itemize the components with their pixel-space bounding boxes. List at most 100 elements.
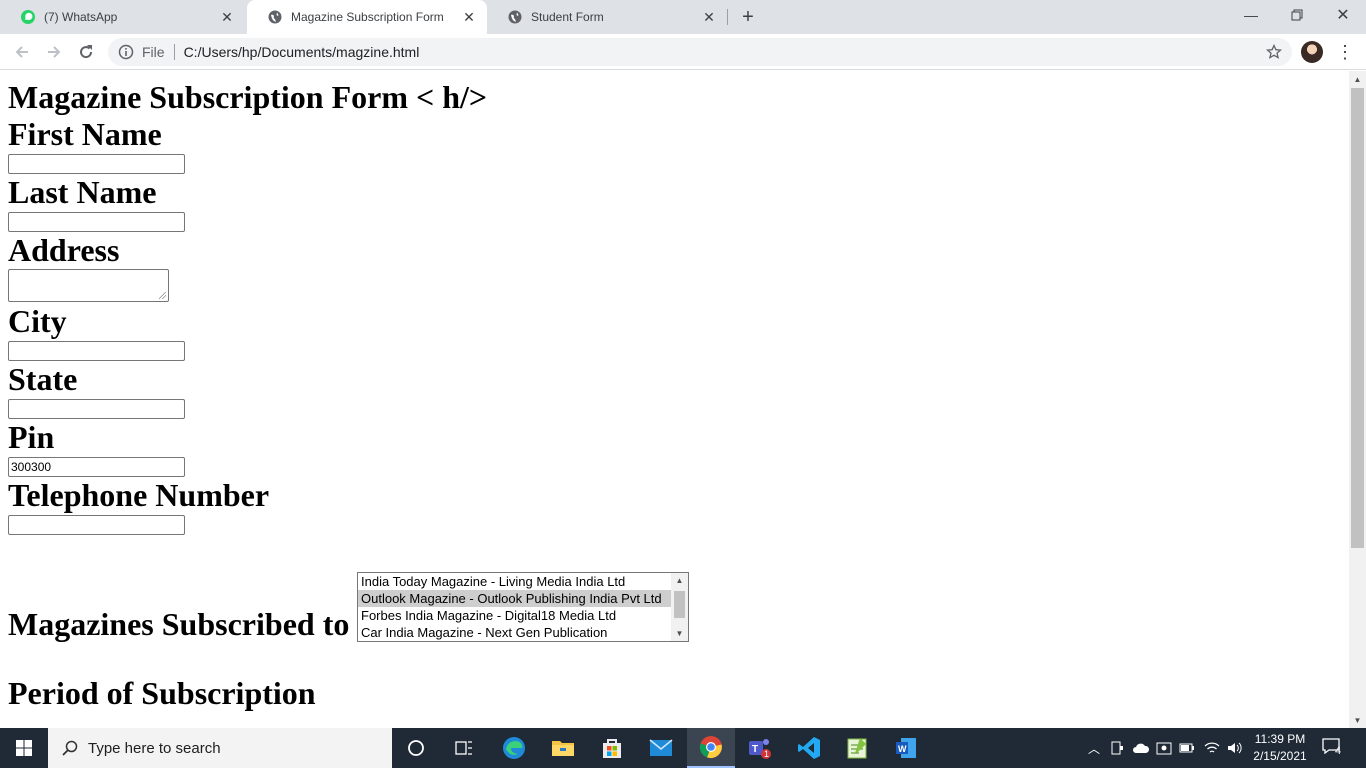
back-button[interactable]: [10, 40, 34, 64]
clock-date: 2/15/2021: [1253, 749, 1307, 763]
close-icon[interactable]: ✕: [219, 9, 235, 25]
magazine-option-selected[interactable]: Outlook Magazine - Outlook Publishing In…: [358, 590, 671, 607]
page-title: Magazine Subscription Form < h/>: [8, 79, 488, 115]
magazine-option[interactable]: Car India Magazine - Next Gen Publicatio…: [358, 624, 671, 641]
state-input[interactable]: [8, 399, 185, 419]
tab-title: Magazine Subscription Form: [291, 10, 444, 24]
wifi-icon[interactable]: [1204, 741, 1220, 755]
taskbar-clock[interactable]: 11:39 PM 2/15/2021: [1252, 731, 1308, 765]
arrow-right-icon: [48, 46, 61, 58]
tab-title: (7) WhatsApp: [44, 10, 118, 24]
last-name-input[interactable]: [8, 212, 185, 232]
reload-icon: [80, 45, 93, 59]
minimize-button[interactable]: —: [1228, 0, 1274, 30]
telephone-label: Telephone Number: [8, 477, 270, 513]
magazine-option[interactable]: Forbes India Magazine - Digital18 Media …: [358, 607, 671, 624]
forward-button[interactable]: [42, 40, 66, 64]
battery-icon[interactable]: [1179, 742, 1195, 754]
info-icon[interactable]: [118, 44, 134, 60]
bookmark-star-icon[interactable]: [1266, 44, 1282, 60]
scroll-up-icon[interactable]: ▲: [1353, 75, 1362, 84]
edge-button[interactable]: [490, 728, 538, 768]
last-name-label: Last Name: [8, 174, 157, 210]
page-scrollbar[interactable]: ▲ ▼: [1349, 71, 1366, 728]
search-icon: [62, 740, 78, 756]
tab-whatsapp[interactable]: (7) WhatsApp ✕: [0, 0, 245, 34]
task-view-icon: [455, 741, 472, 755]
listbox-scroll-thumb[interactable]: [674, 591, 685, 618]
magazines-listbox[interactable]: India Today Magazine - Living Media Indi…: [357, 572, 689, 642]
city-label: City: [8, 303, 67, 339]
windows-logo-icon: [16, 740, 32, 756]
period-label: Period of Subscription: [8, 675, 316, 711]
magazine-option[interactable]: India Today Magazine - Living Media Indi…: [358, 573, 671, 590]
word-button[interactable]: W: [882, 728, 930, 768]
address-bar[interactable]: File C:/Users/hp/Documents/magzine.html: [108, 38, 1292, 66]
edge-icon: [503, 737, 525, 759]
pin-label: Pin: [8, 419, 55, 455]
first-name-input[interactable]: [8, 154, 185, 174]
telephone-input[interactable]: [8, 515, 185, 535]
teams-icon: T: [749, 739, 771, 759]
action-center-button[interactable]: 4: [1322, 738, 1344, 758]
browser-toolbar: File C:/Users/hp/Documents/magzine.html: [0, 34, 1366, 70]
notepad-icon: [847, 738, 867, 759]
new-tab-button[interactable]: +: [736, 5, 760, 29]
system-tray: ︿: [1084, 728, 1243, 768]
svg-text:W: W: [898, 744, 907, 754]
restore-icon: [1291, 9, 1303, 21]
notification-count: 4: [1335, 745, 1342, 757]
tab-separator: [727, 9, 728, 25]
store-icon: [603, 739, 621, 758]
tab-magazine-form[interactable]: Magazine Subscription Form ✕: [247, 0, 487, 34]
notepad-button[interactable]: [833, 728, 881, 768]
chevron-up-icon[interactable]: ︿: [1084, 740, 1104, 757]
chrome-button[interactable]: [687, 728, 735, 768]
cortana-button[interactable]: [392, 728, 440, 768]
file-explorer-button[interactable]: [539, 728, 587, 768]
magazines-label: Magazines Subscribed to: [8, 606, 350, 642]
security-icon[interactable]: [1156, 740, 1172, 756]
scroll-down-icon[interactable]: ▼: [675, 629, 684, 638]
file-explorer-icon: [552, 741, 574, 756]
scroll-down-icon[interactable]: ▼: [1353, 716, 1362, 725]
address-textarea[interactable]: [8, 269, 169, 302]
close-icon[interactable]: ✕: [701, 9, 717, 25]
resize-handle[interactable]: [159, 292, 166, 299]
start-button[interactable]: [0, 728, 48, 768]
first-name-label: First Name: [8, 116, 162, 152]
cortana-icon: [408, 740, 424, 756]
taskbar-search-box[interactable]: Type here to search: [48, 728, 392, 768]
onedrive-icon[interactable]: [1132, 742, 1150, 754]
close-icon[interactable]: ✕: [461, 9, 477, 25]
scroll-up-icon[interactable]: ▲: [675, 576, 684, 585]
close-window-button[interactable]: ✕: [1320, 0, 1366, 30]
address-label: Address: [8, 232, 120, 268]
mail-button[interactable]: [637, 728, 685, 768]
search-placeholder: Type here to search: [88, 739, 221, 757]
pin-input[interactable]: [8, 457, 185, 477]
divider: [173, 44, 175, 60]
globe-icon: [508, 10, 522, 24]
mail-icon: [649, 739, 673, 756]
city-input[interactable]: [8, 341, 185, 361]
menu-kebab-icon[interactable]: ⋮: [1336, 42, 1354, 62]
tab-student-form[interactable]: Student Form ✕: [487, 0, 727, 34]
page-scroll-thumb[interactable]: [1351, 88, 1364, 548]
volume-icon[interactable]: [1227, 741, 1243, 755]
url-text: C:/Users/hp/Documents/magzine.html: [183, 44, 420, 60]
state-label: State: [8, 361, 78, 397]
device-icon[interactable]: [1110, 740, 1124, 756]
svg-text:T: T: [752, 744, 758, 755]
profile-avatar[interactable]: [1301, 41, 1323, 63]
teams-button[interactable]: T 1: [736, 728, 784, 768]
task-view-button[interactable]: [440, 728, 488, 768]
reload-button[interactable]: [74, 40, 98, 64]
clock-time: 11:39 PM: [1254, 732, 1306, 746]
whatsapp-icon: [21, 10, 35, 24]
windows-taskbar: Type here to search T 1 W ︿ 11:39 PM 2/1…: [0, 728, 1366, 768]
store-button[interactable]: [588, 728, 636, 768]
vscode-button[interactable]: [785, 728, 833, 768]
restore-button[interactable]: [1274, 0, 1320, 30]
teams-badge: 1: [764, 749, 770, 759]
